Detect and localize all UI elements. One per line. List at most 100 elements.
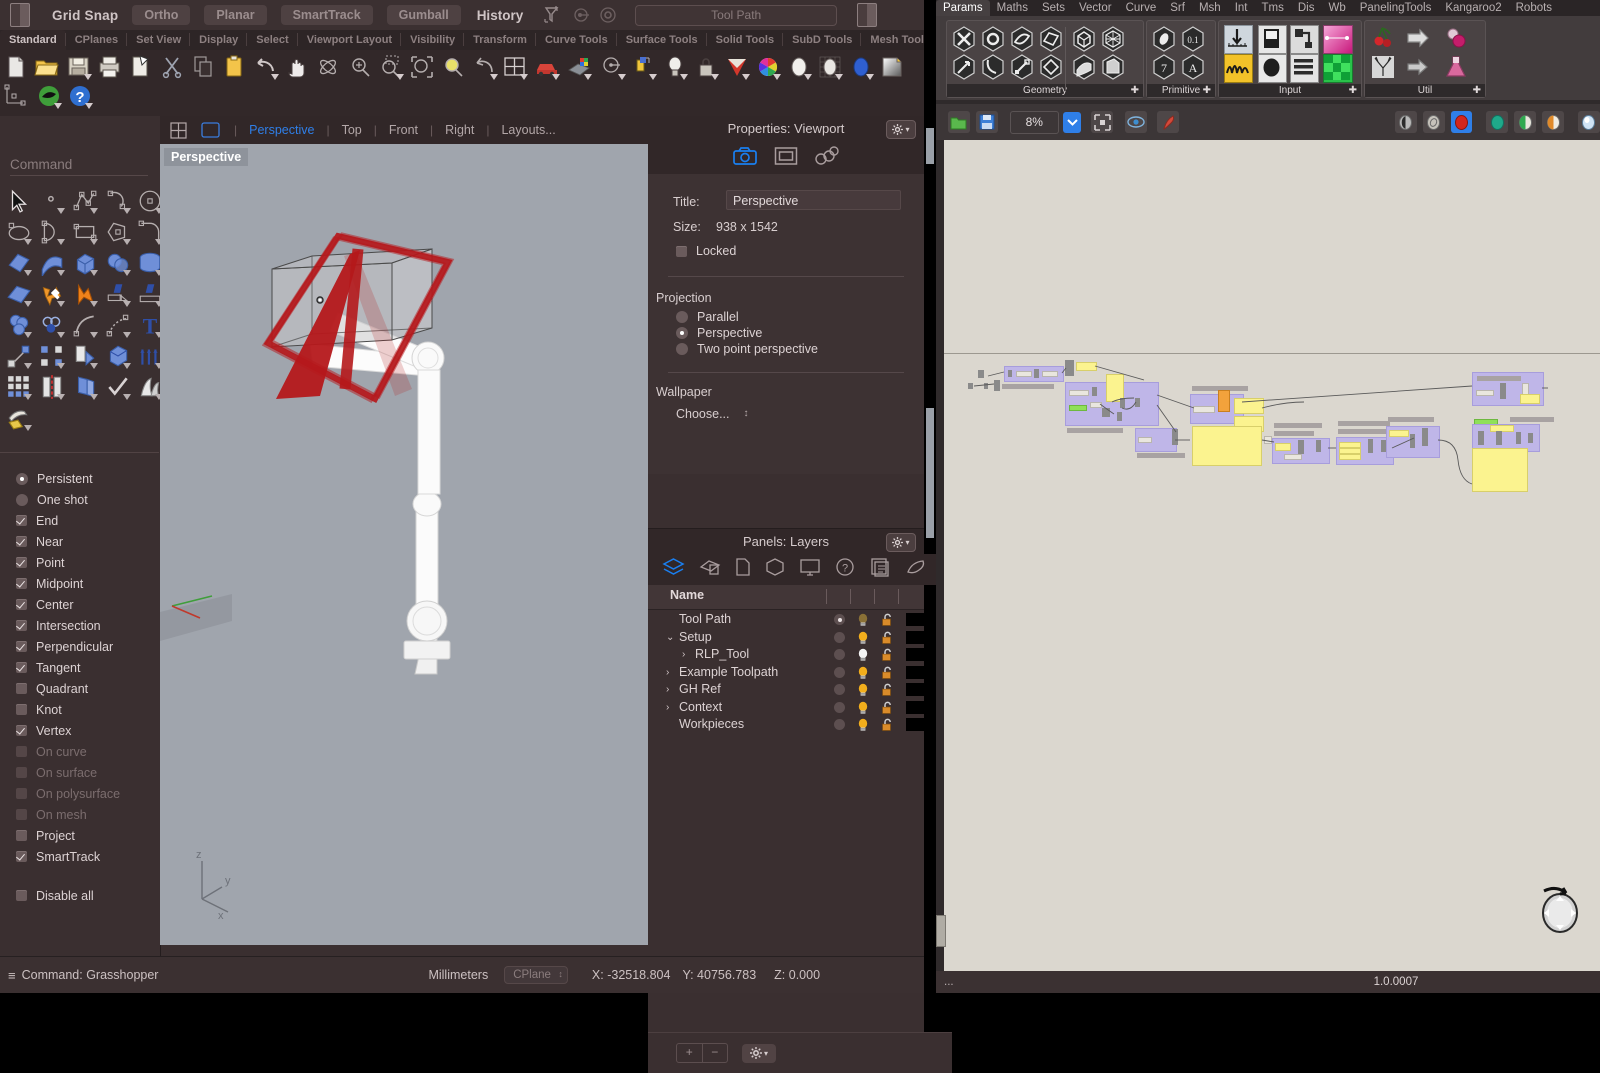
gh-component[interactable] [1065,360,1074,376]
gh-panel[interactable] [1520,394,1540,404]
layer-color-swatch[interactable] [906,665,928,679]
viewport-tab-front[interactable]: Front [377,123,430,137]
gh-tab-kangaroo2[interactable]: Kangaroo2 [1438,0,1508,16]
layer-color-swatch[interactable] [906,630,928,644]
surface-loft-icon[interactable] [39,250,65,278]
sphere-icon[interactable] [105,250,131,276]
named-views-icon[interactable] [534,54,560,80]
layer-lock-icon[interactable] [880,701,894,715]
box-icon[interactable] [72,250,98,276]
layers-icon[interactable] [662,557,685,582]
osnap-end[interactable]: End [16,513,58,528]
rhino-tab-subd-tools[interactable]: SubD Tools [783,30,862,50]
rhino-tab-transform[interactable]: Transform [464,30,536,50]
rhino-tab-mesh-tool[interactable]: Mesh Tool [861,30,933,50]
gh-tab-curve[interactable]: Curve [1119,0,1164,16]
print-icon[interactable] [97,54,123,80]
open-file-icon[interactable] [34,54,60,80]
osnap-smarttrack[interactable]: SmartTrack [16,849,100,864]
tree-icon[interactable] [1370,54,1396,80]
layer-current-toggle[interactable] [834,701,845,713]
grasshopper-canvas[interactable] [944,140,1600,975]
layer-color-swatch[interactable] [906,700,928,714]
dimension-icon[interactable] [3,83,29,109]
gh-component[interactable] [1016,371,1032,377]
gh-component[interactable] [1478,431,1484,445]
gradient-icon[interactable] [1323,25,1353,54]
layer-visibility-bulb-icon[interactable] [856,718,870,732]
layer-visibility-bulb-icon[interactable] [856,701,870,715]
trim-icon[interactable] [105,281,131,307]
gh-component[interactable] [1500,383,1506,399]
gh-panel[interactable] [1389,430,1409,437]
gh-tab-int[interactable]: Int [1228,0,1255,16]
gh-component[interactable] [1090,402,1102,408]
rhino-tab-solid-tools[interactable]: Solid Tools [707,30,784,50]
zoom-window-icon[interactable] [378,54,404,80]
box-array-icon[interactable] [105,343,131,369]
preview-off-icon[interactable] [1422,111,1445,133]
gh-component[interactable] [1422,428,1428,446]
boolean-param-icon[interactable] [1151,26,1177,52]
gh-panel[interactable] [1339,454,1361,460]
rhino-tab-cplanes[interactable]: CPlanes [66,30,128,50]
gh-component[interactable] [1316,440,1321,452]
integer-param-icon[interactable]: 7 [1151,54,1177,80]
gumball-toggle[interactable]: Gumball [386,5,461,25]
explode-blast-icon[interactable] [72,281,98,307]
gh-component[interactable] [1102,408,1110,417]
gh-tab-robots[interactable]: Robots [1509,0,1559,16]
rhino-tab-viewport-layout[interactable]: Viewport Layout [298,30,402,50]
ellipse-icon[interactable] [6,219,32,245]
expand-icon[interactable]: ✚ [1473,84,1481,97]
viewport-layout-4-icon[interactable] [170,121,187,139]
preview-transparent-icon[interactable] [1542,111,1565,133]
layer-add-remove-buttons[interactable]: + − [676,1043,728,1063]
ortho-toggle[interactable]: Ortho [132,5,191,25]
radio-one-shot[interactable] [16,493,28,506]
polygon-icon[interactable] [105,219,131,245]
gh-component[interactable] [1218,390,1230,412]
rhino-tab-select[interactable]: Select [247,30,298,50]
osnap-point[interactable]: Point [16,555,65,570]
gh-tab-panelingtools[interactable]: PanelingTools [1353,0,1439,16]
wallpaper-select[interactable]: Choose... ↕ [676,407,749,421]
checkbox-smarttrack[interactable] [16,851,27,862]
osnap-project[interactable]: Project [16,828,75,843]
chevron-down-icon[interactable] [1062,111,1082,133]
expand-icon[interactable]: ✚ [1349,84,1357,97]
undo-icon[interactable] [253,54,279,80]
cube-icon[interactable] [765,557,785,582]
smarttrack-toggle[interactable]: SmartTrack [280,5,373,25]
radio-persistent[interactable] [16,472,28,485]
layers-options-button[interactable]: ▾ [886,533,916,552]
layer-row[interactable]: Workpieces [648,716,928,733]
circle-param-icon[interactable] [980,26,1006,52]
gh-tab-srf[interactable]: Srf [1163,0,1192,16]
layers-settings-button[interactable]: ▾ [742,1043,776,1063]
number-param-icon[interactable]: 0.1 [1180,26,1206,52]
gh-component[interactable] [994,380,1000,391]
osnap-disable-all[interactable]: Disable all [16,888,94,903]
gh-component[interactable] [1069,390,1089,396]
layer-color-swatch[interactable] [906,683,928,696]
locked-checkbox[interactable] [676,245,687,257]
canvas-scrollbar-thumb[interactable] [936,915,946,947]
rhino-tab-standard[interactable]: Standard [0,30,66,50]
material-white-icon[interactable] [786,54,812,80]
rotate-view-icon[interactable] [315,54,341,80]
checkbox-intersection[interactable] [16,620,27,631]
layer-row[interactable]: › GH Ref [648,681,928,698]
help-icon[interactable]: ? [835,557,855,582]
geometry-param-icon[interactable] [951,26,977,52]
projection-option-two-point[interactable]: Two point perspective [676,342,818,356]
gh-tab-dis[interactable]: Dis [1291,0,1322,16]
gh-component[interactable] [1069,405,1087,411]
value-list-icon[interactable] [1290,25,1319,54]
layer-current-toggle[interactable] [834,614,845,625]
checkbox-disable-all[interactable] [16,890,27,901]
gh-component[interactable] [1092,387,1097,396]
layer-lock-icon[interactable] [880,648,894,662]
osnap-near[interactable]: Near [16,534,63,549]
lock-icon[interactable] [693,54,719,80]
